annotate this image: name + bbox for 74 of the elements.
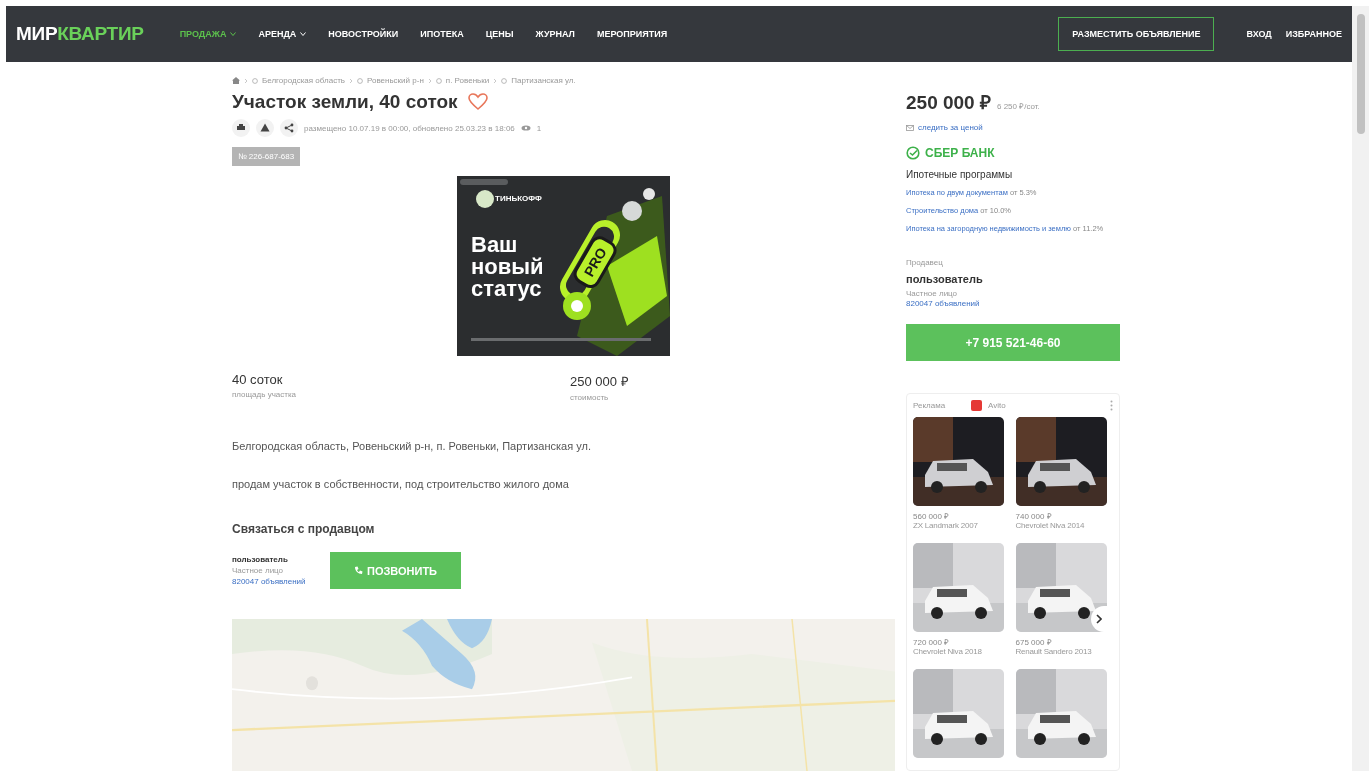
listing-id-badge: № 226-687-683 xyxy=(232,147,301,166)
nav-link[interactable]: ЦЕНЫ xyxy=(485,29,514,39)
nav-link[interactable]: НОВОСТРОЙКИ xyxy=(328,29,399,39)
nav-link[interactable]: ИПОТЕКА xyxy=(420,29,464,39)
section-heading: Связаться с продавцом xyxy=(232,522,376,536)
print-button[interactable] xyxy=(232,119,250,137)
car-name: ZX Landmark 2007 xyxy=(913,521,979,531)
ad-headline: Ваш новый статус xyxy=(471,234,545,300)
header-link[interactable]: ВХОД xyxy=(1246,29,1272,39)
fact-value: 40 соток xyxy=(232,372,284,387)
pin-icon xyxy=(252,77,258,84)
seller-label: Продавец xyxy=(906,258,944,268)
section-heading: Ипотечные программы xyxy=(906,169,1014,180)
price-text: 250 000 ₽ xyxy=(906,91,991,115)
chevron-icon xyxy=(427,77,432,84)
pin-icon xyxy=(501,77,508,84)
address-text: Белгородская область, Ровеньский р-н, п. Ровеньки, Партизанская ул. xyxy=(232,440,592,452)
share-icon xyxy=(284,123,294,133)
car-name: Chevrolet Niva 2018 xyxy=(913,647,983,657)
pin-icon xyxy=(435,77,442,84)
scrollbar-thumb[interactable] xyxy=(1356,14,1365,134)
price-per-unit: 6 250 ₽/сот. xyxy=(996,101,1040,111)
seller-type: Частное лицо xyxy=(232,566,285,575)
car-name: Renault Sandero 2013 xyxy=(1015,647,1093,657)
seller-type: Частное лицо xyxy=(906,289,959,299)
pin-icon xyxy=(357,77,363,84)
fact-label: площадь участка xyxy=(232,390,298,399)
post-listing-button[interactable]: РАЗМЕСТИТЬ ОБЪЯВЛЕНИЕ xyxy=(1058,17,1215,51)
ad-source: Avito xyxy=(988,401,1006,411)
ad-label: Реклама xyxy=(913,401,946,411)
fact-value: 250 000 ₽ xyxy=(570,373,630,390)
chevron-icon xyxy=(493,77,498,84)
listing-title: Участок земли, 40 соток xyxy=(232,91,458,113)
more-icon xyxy=(1110,400,1113,412)
print-icon xyxy=(236,123,246,133)
eye-icon xyxy=(520,125,531,131)
breadcrumb-link[interactable]: п. Ровеньки xyxy=(445,76,490,85)
nav-link[interactable]: МЕРОПРИЯТИЯ xyxy=(596,29,668,39)
car-price: 720 000 ₽ xyxy=(913,637,951,648)
listing-dates: размещено 10.07.19 в 00:00, обновлено 25.03.23 в 18:06 xyxy=(304,123,515,133)
car-name: Chevrolet Niva 2014 xyxy=(1015,521,1086,531)
bank-logo-icon xyxy=(906,146,920,160)
ad-brand-text: ТИНЬКОФФ xyxy=(495,194,542,203)
share-button[interactable] xyxy=(280,119,298,137)
site-logo[interactable]: МИРКВАРТИР xyxy=(16,23,144,45)
home-icon xyxy=(232,77,240,84)
chevron-icon xyxy=(349,77,353,84)
nav-link[interactable]: ЖУРНАЛ xyxy=(535,29,575,39)
chevron-icon xyxy=(244,77,248,84)
nav-link[interactable]: ПРОДАЖА xyxy=(179,29,237,39)
chevron-right-icon xyxy=(1096,614,1102,625)
phone-icon xyxy=(353,566,363,575)
header-link[interactable]: ИЗБРАННОЕ xyxy=(1285,29,1342,39)
breadcrumb-link[interactable]: Ровеньский р-н xyxy=(367,76,424,85)
ad-logo-icon xyxy=(971,400,983,412)
bank-name: СБЕР БАНК xyxy=(925,146,995,160)
seller-listings-link[interactable]: 820047 объявлений xyxy=(906,299,1120,309)
breadcrumb-link[interactable]: Партизанская ул. xyxy=(511,76,576,85)
car-price: 740 000 ₽ xyxy=(1015,511,1053,522)
breadcrumb-link[interactable]: Белгородская область xyxy=(262,76,345,85)
view-count: 1 xyxy=(536,123,542,133)
nav-link[interactable]: АРЕНДА xyxy=(258,29,307,39)
watch-price-link[interactable]: следить за ценой xyxy=(906,123,1120,132)
seller-name: пользователь xyxy=(906,273,984,286)
description-text: продам участок в собственности, под строительство жилого дома xyxy=(232,478,570,490)
heart-icon[interactable] xyxy=(467,93,488,111)
warning-icon xyxy=(260,123,270,133)
warning-button[interactable] xyxy=(256,119,274,137)
seller-name: пользователь xyxy=(232,555,289,564)
fact-label: стоимость xyxy=(570,393,610,402)
mail-icon xyxy=(906,124,914,131)
car-price: 560 000 ₽ xyxy=(913,511,951,522)
seller-listings-link[interactable]: 820047 объявлений xyxy=(232,577,320,586)
car-price: 675 000 ₽ xyxy=(1015,637,1053,648)
